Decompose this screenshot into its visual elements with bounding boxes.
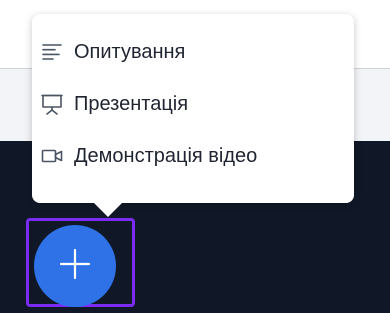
video-icon [41, 145, 63, 167]
app-screen: Опитування Презентація Демонстрація віде… [0, 0, 390, 313]
actions-plus-button[interactable] [34, 225, 116, 307]
menu-item-poll[interactable]: Опитування [32, 30, 354, 74]
poll-icon [41, 41, 63, 63]
menu-item-label: Демонстрація відео [74, 144, 258, 167]
presentation-icon [41, 93, 63, 115]
menu-pointer [94, 203, 122, 217]
plus-icon [57, 246, 93, 287]
menu-item-label: Опитування [74, 40, 186, 63]
actions-menu: Опитування Презентація Демонстрація віде… [32, 14, 354, 217]
menu-item-label: Презентація [74, 92, 189, 115]
menu-item-video[interactable]: Демонстрація відео [32, 134, 354, 178]
menu-item-presentation[interactable]: Презентація [32, 82, 354, 126]
